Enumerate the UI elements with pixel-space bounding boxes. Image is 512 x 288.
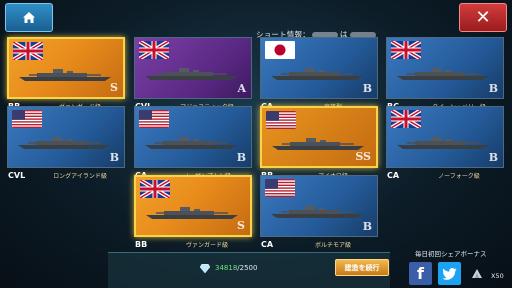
flag-uk-icon (391, 41, 421, 59)
bonus-multiplier: X50 (491, 272, 504, 280)
ship-card[interactable]: B (134, 106, 252, 168)
flag-jp-icon (265, 41, 295, 59)
rank-badge: B (362, 82, 372, 95)
ship-label: CA ノーフォーク級 (387, 169, 505, 181)
ship-type: CVL (8, 170, 26, 180)
ship-image (144, 205, 240, 219)
ship-card[interactable]: A (134, 37, 252, 99)
ship-label: CA ボルチモア級 (261, 238, 379, 250)
diamond-icon (200, 264, 210, 273)
ship-class-name: ヴァンガード級 (185, 241, 228, 249)
ship-class-name: ロングアイランド級 (53, 172, 107, 180)
flag-us-icon (266, 111, 296, 129)
close-icon: ✕ (475, 7, 491, 28)
twitter-share-button[interactable] (438, 262, 461, 285)
home-icon (23, 12, 35, 23)
rank-badge: SS (355, 150, 371, 163)
ship-card[interactable]: B (260, 175, 378, 237)
currency-cap: /2500 (237, 264, 258, 272)
rank-badge: B (488, 151, 498, 164)
rank-badge: B (488, 82, 498, 95)
rank-badge: S (110, 81, 118, 94)
ship-type: CA (387, 170, 400, 180)
ship-card[interactable]: S (134, 175, 252, 237)
facebook-share-button[interactable]: f (409, 262, 432, 285)
rank-badge: B (236, 151, 246, 164)
ship-card[interactable]: S (7, 37, 125, 99)
ship-card[interactable]: B (260, 37, 378, 99)
facebook-icon: f (417, 264, 424, 283)
rank-badge: B (362, 220, 372, 233)
rank-badge: B (109, 151, 119, 164)
rank-badge: S (237, 219, 245, 232)
ship-image (17, 67, 113, 81)
ship-card[interactable]: B (7, 106, 125, 168)
ship-image (16, 135, 112, 149)
flag-uk-icon (139, 41, 169, 59)
rank-badge: A (237, 82, 246, 95)
ship-card[interactable]: B (386, 106, 504, 168)
share-bonus-label: 毎日初回シェアボーナス (415, 250, 487, 258)
ship-image (395, 135, 491, 149)
flag-us-icon (265, 179, 295, 197)
ship-image (269, 204, 365, 218)
ship-image (270, 136, 366, 150)
ship-label: CVL ロングアイランド級 (8, 169, 126, 181)
ship-image (395, 66, 491, 80)
flag-uk-icon (391, 110, 421, 128)
flag-uk-icon (13, 42, 43, 60)
ship-card[interactable]: B (386, 37, 504, 99)
bonus-reward-icon (472, 269, 482, 278)
twitter-icon (442, 267, 457, 280)
ship-image (269, 66, 365, 80)
flag-uk-icon (140, 180, 170, 198)
ship-card[interactable]: SS (260, 106, 378, 168)
ship-image (143, 135, 239, 149)
home-button[interactable] (5, 3, 53, 32)
flag-us-icon (12, 110, 42, 128)
close-button[interactable]: ✕ (459, 3, 507, 32)
ship-image (143, 66, 239, 80)
ship-class-name: ボルチモア級 (314, 241, 351, 249)
ship-type: BB (135, 239, 148, 249)
ship-type: CA (261, 239, 274, 249)
currency-display: 34818/2500 (215, 264, 257, 272)
ship-label: BB ヴァンガード級 (135, 238, 253, 250)
currency-value: 34818 (215, 264, 238, 272)
continue-build-button[interactable]: 建造を続行 (335, 259, 389, 276)
ship-class-name: ノーフォーク級 (438, 172, 480, 180)
flag-us-icon (139, 110, 169, 128)
